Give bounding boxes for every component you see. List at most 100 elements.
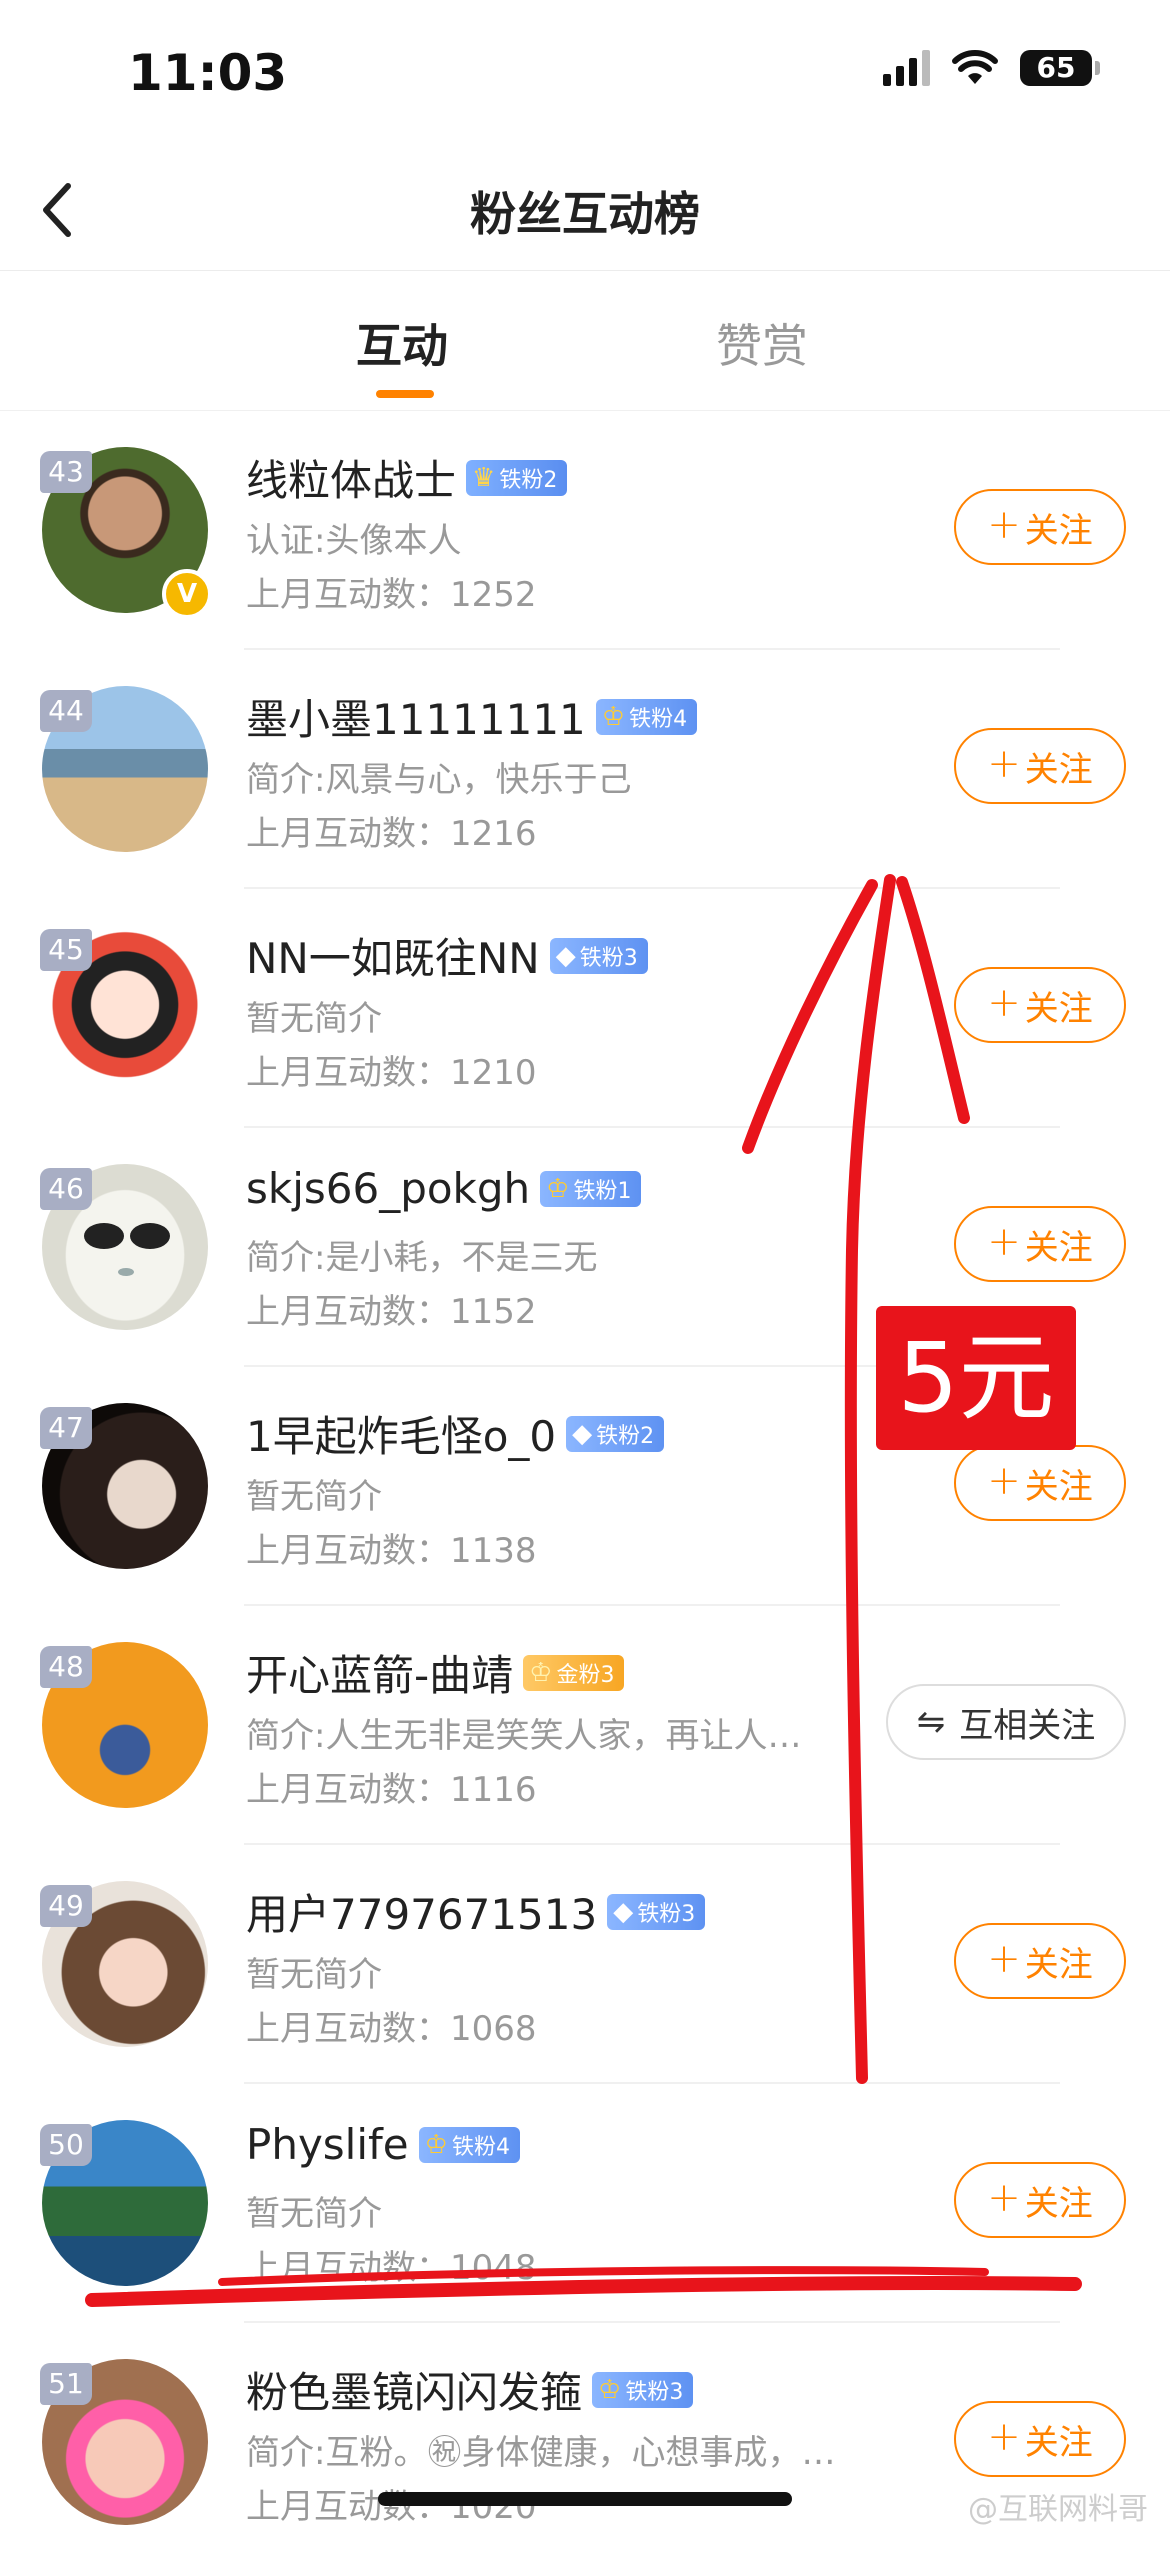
crown-icon: ♔ [598, 2374, 622, 2405]
home-indicator[interactable] [378, 2492, 792, 2506]
plus-icon: + [987, 502, 1021, 548]
page-title: 粉丝互动榜 [470, 187, 700, 241]
fan-badge: ◆ 铁粉3 [549, 937, 648, 974]
user-desc: 简介:风景与心，快乐于己 [246, 760, 632, 800]
name-line: Physlife ♔ 铁粉4 [246, 2120, 520, 2169]
user-desc: 简介:是小耗，不是三无 [246, 1238, 598, 1278]
name-line: 墨小墨11111111 ♔ 铁粉4 [246, 686, 698, 747]
user-desc: 暂无简介 [246, 999, 382, 1039]
follow-button[interactable]: + 关注 [954, 2162, 1126, 2238]
fan-badge: ♔ 铁粉1 [540, 1170, 642, 1207]
status-icons: 65 [883, 50, 1100, 86]
name-line: 开心蓝箭-曲靖 ♔ 金粉3 [246, 1642, 625, 1703]
battery-icon: 65 [1020, 50, 1100, 86]
follow-button[interactable]: + 关注 [954, 1206, 1126, 1282]
diamond-icon: ◆ [555, 940, 576, 971]
interaction-count: 上月互动数：1116 [246, 1770, 537, 1810]
name-line: 线粒体战士 ♛ 铁粉2 [246, 447, 568, 508]
wifi-icon [952, 50, 998, 84]
user-name[interactable]: NN一如既往NN [246, 925, 540, 986]
crown-icon: ♔ [424, 2129, 448, 2160]
rank-badge: 47 [40, 1407, 92, 1449]
diamond-icon: ◆ [613, 1896, 634, 1927]
rank-badge: 43 [40, 451, 92, 493]
rank-badge: 45 [40, 929, 92, 971]
rank-badge: 49 [40, 1885, 92, 1927]
name-line: NN一如既往NN ◆ 铁粉3 [246, 925, 648, 986]
cellular-signal-icon [883, 50, 930, 86]
plus-icon: + [987, 741, 1021, 787]
name-line: 用户7797671513 ◆ 铁粉3 [246, 1881, 706, 1942]
verified-icon: V [162, 569, 212, 619]
user-name[interactable]: skjs66_pokgh [246, 1164, 530, 1213]
fan-badge: ♛ 铁粉2 [466, 459, 568, 496]
tab-bar: 互动 赞赏 [0, 270, 1170, 411]
name-line: 粉色墨镜闪闪发箍 ♔ 铁粉3 [246, 2359, 694, 2420]
follow-button[interactable]: + 关注 [954, 1923, 1126, 1999]
user-name[interactable]: 线粒体战士 [246, 447, 456, 508]
rank-badge: 50 [40, 2124, 92, 2166]
user-name[interactable]: 1早起炸毛怪o_0 [246, 1403, 556, 1464]
watermark: @互联网料哥 [968, 2492, 1148, 2527]
user-desc: 认证:头像本人 [246, 521, 462, 561]
follow-button[interactable]: + 关注 [954, 489, 1126, 565]
fan-badge: ◆ 铁粉2 [566, 1415, 665, 1452]
fan-list: 43 V 线粒体战士 ♛ 铁粉2 认证:头像本人 上月互动数：1252 + 关注 4… [0, 411, 1170, 2562]
list-item[interactable]: 45 NN一如既往NN ◆ 铁粉3 暂无简介 上月互动数：1210 + 关注 [0, 889, 1170, 1128]
swap-icon: ⇋ [916, 1702, 946, 1742]
list-item[interactable]: 43 V 线粒体战士 ♛ 铁粉2 认证:头像本人 上月互动数：1252 + 关注 [0, 411, 1170, 650]
status-time: 11:03 [128, 44, 288, 102]
interaction-count: 上月互动数：1048 [246, 2248, 537, 2288]
name-line: 1早起炸毛怪o_0 ◆ 铁粉2 [246, 1403, 665, 1464]
nav-bar: 粉丝互动榜 [0, 150, 1170, 271]
tab-reward[interactable]: 赞赏 [716, 310, 808, 376]
follow-button[interactable]: + 关注 [954, 1445, 1126, 1521]
rank-badge: 46 [40, 1168, 92, 1210]
rank-badge: 44 [40, 690, 92, 732]
user-name[interactable]: 开心蓝箭-曲靖 [246, 1642, 513, 1703]
fan-badge: ♔ 铁粉3 [592, 2371, 694, 2408]
interaction-count: 上月互动数：1138 [246, 1531, 537, 1571]
user-name[interactable]: Physlife [246, 2120, 409, 2169]
crown-icon: ♔ [601, 701, 626, 732]
crown-star-icon: ♛ [472, 462, 496, 493]
diamond-icon: ◆ [572, 1418, 593, 1449]
plus-icon: + [987, 1936, 1021, 1982]
crown-icon: ♔ [529, 1657, 553, 1688]
plus-icon: + [987, 980, 1021, 1026]
user-desc: 暂无简介 [246, 1955, 382, 1995]
list-item[interactable]: 48 开心蓝箭-曲靖 ♔ 金粉3 简介:人生无非是笑笑人家，再让人… 上月互动数：… [0, 1606, 1170, 1845]
plus-icon: + [987, 2175, 1021, 2221]
user-desc: 简介:互粉。㊗身体健康，心想事成，万… [246, 2433, 836, 2473]
user-desc: 简介:人生无非是笑笑人家，再让人… [246, 1716, 802, 1756]
crown-icon: ♔ [546, 1173, 570, 1204]
follow-button[interactable]: + 关注 [954, 728, 1126, 804]
list-item[interactable]: 50 Physlife ♔ 铁粉4 暂无简介 上月互动数：1048 + 关注 [0, 2084, 1170, 2323]
interaction-count: 上月互动数：1210 [246, 1053, 537, 1093]
fan-badge: ♔ 铁粉4 [595, 698, 698, 735]
list-item[interactable]: 44 墨小墨11111111 ♔ 铁粉4 简介:风景与心，快乐于己 上月互动数：1… [0, 650, 1170, 889]
follow-button[interactable]: + 关注 [954, 2401, 1126, 2477]
interaction-count: 上月互动数：1216 [246, 814, 537, 854]
interaction-count: 上月互动数：1252 [246, 575, 537, 615]
tab-indicator [376, 390, 434, 398]
interaction-count: 上月互动数：1068 [246, 2009, 537, 2049]
fan-badge: ◆ 铁粉3 [607, 1893, 706, 1930]
user-desc: 暂无简介 [246, 2194, 382, 2234]
interaction-count: 上月互动数：1152 [246, 1292, 537, 1332]
user-name[interactable]: 墨小墨11111111 [246, 686, 586, 747]
tab-interaction[interactable]: 互动 [356, 310, 448, 376]
name-line: skjs66_pokgh ♔ 铁粉1 [246, 1164, 642, 1213]
user-name[interactable]: 用户7797671513 [246, 1881, 597, 1942]
follow-button[interactable]: + 关注 [954, 967, 1126, 1043]
mutual-follow-button[interactable]: ⇋ 互相关注 [886, 1684, 1126, 1760]
fan-badge: ♔ 金粉3 [523, 1654, 625, 1691]
user-name[interactable]: 粉色墨镜闪闪发箍 [246, 2359, 582, 2420]
rank-badge: 51 [40, 2363, 92, 2405]
status-bar: 11:03 65 [0, 0, 1170, 150]
user-desc: 暂无简介 [246, 1477, 382, 1517]
fan-badge: ♔ 铁粉4 [418, 2126, 520, 2163]
rank-badge: 48 [40, 1646, 92, 1688]
list-item[interactable]: 49 用户7797671513 ◆ 铁粉3 暂无简介 上月互动数：1068 + 关注 [0, 1845, 1170, 2084]
plus-icon: + [987, 1219, 1021, 1265]
